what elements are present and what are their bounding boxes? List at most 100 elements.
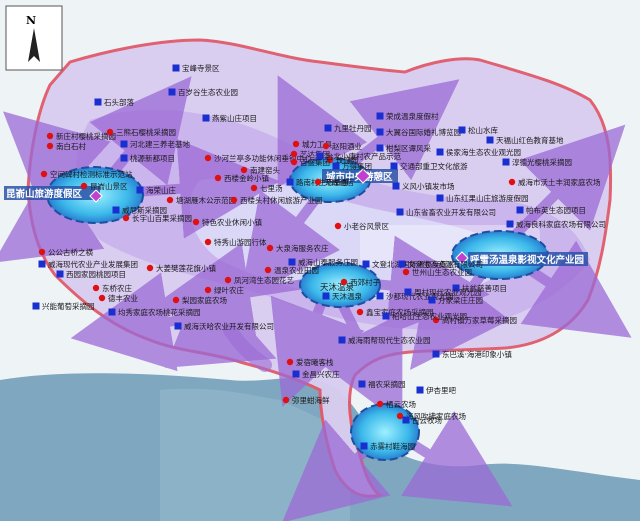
poi-marker-red <box>172 296 180 304</box>
poi-label: 山东省畜农业开发有限公司 <box>406 207 496 217</box>
poi-label: 南白石村 <box>56 141 86 151</box>
zone-label: 昆嵛山旅游度假区 <box>6 188 83 200</box>
poi-marker-red <box>106 128 114 136</box>
poi-label: 凤河湾生态园花艺 <box>234 275 294 285</box>
poi-label: 梨园家庭农场 <box>182 295 227 305</box>
poi-label: 西郊村子 <box>350 277 380 287</box>
poi-label: 燕紫山庄项目 <box>212 113 257 123</box>
poi-label: 威海市沃土丰润家庭农场 <box>518 177 601 187</box>
poi-marker-blue <box>486 136 494 144</box>
north-letter: N <box>26 14 36 27</box>
poi-label: 河北建三养老基地 <box>130 139 190 149</box>
poi-marker-blue <box>432 350 440 358</box>
poi-label: 东巴溪·海港印象小镇 <box>442 349 512 359</box>
poi-label: 威海沃哈农业开发有限公司 <box>184 321 274 331</box>
poi-label: 大姜樊莲花旗小镇 <box>156 263 216 273</box>
poi-marker-red <box>314 178 322 186</box>
poi-marker-blue <box>322 292 330 300</box>
poi-marker-blue <box>120 154 128 162</box>
poi-marker-red <box>396 412 404 420</box>
poi-marker-blue <box>358 380 366 388</box>
poi-marker-red <box>376 400 384 408</box>
poi-marker-blue <box>458 126 466 134</box>
poi-label: 西楼头村休闲旅游产业园 <box>240 195 323 205</box>
poi-label: 松山水库 <box>468 125 498 135</box>
poi-label: 长宇山百果采摘园 <box>132 213 192 223</box>
poi-label: 威海现代农业产业发展集团 <box>48 259 138 269</box>
poi-label: 天辉酒店 <box>324 177 354 187</box>
poi-marker-blue <box>404 288 412 296</box>
poi-marker-red <box>264 266 272 274</box>
poi-marker-red <box>92 284 100 292</box>
poi-label: 威海雨帮现代生态农业园 <box>348 335 431 345</box>
poi-label: 温泉农业田园 <box>274 265 319 275</box>
poi-label: 东桥农庄 <box>102 283 132 293</box>
poi-marker-red <box>46 132 54 140</box>
poi-label: 大翼谷国际婚礼博览园 <box>386 127 461 137</box>
poi-marker-red <box>356 308 364 316</box>
poi-marker-blue <box>390 162 398 170</box>
poi-marker-blue <box>376 144 384 152</box>
poi-label: 大泉海服务农庄 <box>276 243 329 253</box>
poi-marker-blue <box>360 442 368 450</box>
poi-label: 荣成温泉度假村 <box>386 111 439 121</box>
poi-marker-blue <box>332 162 340 170</box>
poi-marker-red <box>146 264 154 272</box>
poi-marker-blue <box>38 260 46 268</box>
poi-label: 特秀山游园行体 <box>214 237 267 247</box>
poi-label: 万得集团 <box>342 161 372 171</box>
poi-marker-red <box>250 184 258 192</box>
poi-marker-red <box>204 238 212 246</box>
poi-marker-blue <box>316 152 324 160</box>
poi-label: 兴能葡萄采摘园 <box>42 301 95 311</box>
poi-label: 空间碑村检测标准示范站 <box>50 169 133 179</box>
poi-label: 世州山生态农业园 <box>412 267 472 277</box>
poi-marker-blue <box>376 292 384 300</box>
poi-marker-blue <box>202 114 210 122</box>
poi-marker-blue <box>136 186 144 194</box>
poi-marker-blue <box>402 416 410 424</box>
poi-marker-blue <box>398 260 406 268</box>
poi-label: 绿叶农庄 <box>214 285 244 295</box>
poi-label: 赤雾村鞋海园 <box>370 441 415 451</box>
poi-marker-red <box>40 170 48 178</box>
poi-marker-blue <box>174 322 182 330</box>
poi-label: 金昌兴农庄 <box>302 369 340 379</box>
poi-marker-blue <box>502 158 510 166</box>
map: 昆嵛山旅游度假区 城市中央游憩区 天沐温泉 呼雷汤温泉影视文化产业园 N 宝峰寺… <box>0 0 640 521</box>
poi-label: 天福山红色教育基地 <box>496 135 564 145</box>
poi-marker-red <box>290 158 298 166</box>
poi-label: 海荣山庄 <box>146 185 176 195</box>
poi-label: 白云牧场 <box>412 415 442 425</box>
poi-label: 七里汤 <box>260 184 283 193</box>
poi-marker-blue <box>362 260 370 268</box>
poi-marker-red <box>334 222 342 230</box>
poi-label: 公公古桥之横 <box>48 247 93 257</box>
poi-marker-red <box>340 278 348 286</box>
poi-label: 天沐温泉 <box>332 291 362 301</box>
poi-label: 石头部落 <box>104 97 134 107</box>
poi-label: 昆嵛山景区 <box>90 181 128 191</box>
poi-marker-red <box>292 140 300 148</box>
poi-label: 爱宿曦客栈 <box>296 357 334 367</box>
poi-marker-blue <box>392 182 400 190</box>
poi-marker-red <box>192 218 200 226</box>
poi-label: 义风小镇发市场 <box>402 181 455 191</box>
poi-label: 宝峰寺景区 <box>182 63 220 73</box>
poi-marker-blue <box>32 302 40 310</box>
poi-label: 沙河兰亭多功能休闲垂钓中心 <box>214 153 312 163</box>
poi-label: 帕布英生态园项目 <box>526 205 586 215</box>
poi-marker-blue <box>506 220 514 228</box>
poi-marker-blue <box>286 178 294 186</box>
poi-marker-blue <box>168 88 176 96</box>
poi-label: 栖云农场 <box>386 399 416 409</box>
poi-marker-red <box>224 276 232 284</box>
poi-label: 桃源新都项目 <box>130 153 175 163</box>
poi-marker-blue <box>112 206 120 214</box>
poi-marker-blue <box>292 370 300 378</box>
poi-marker-blue <box>416 386 424 394</box>
poi-marker-red <box>286 358 294 366</box>
poi-label: 周村现代农业观光园 <box>414 287 482 297</box>
poi-marker-blue <box>338 336 346 344</box>
poi-marker-red <box>46 142 54 150</box>
